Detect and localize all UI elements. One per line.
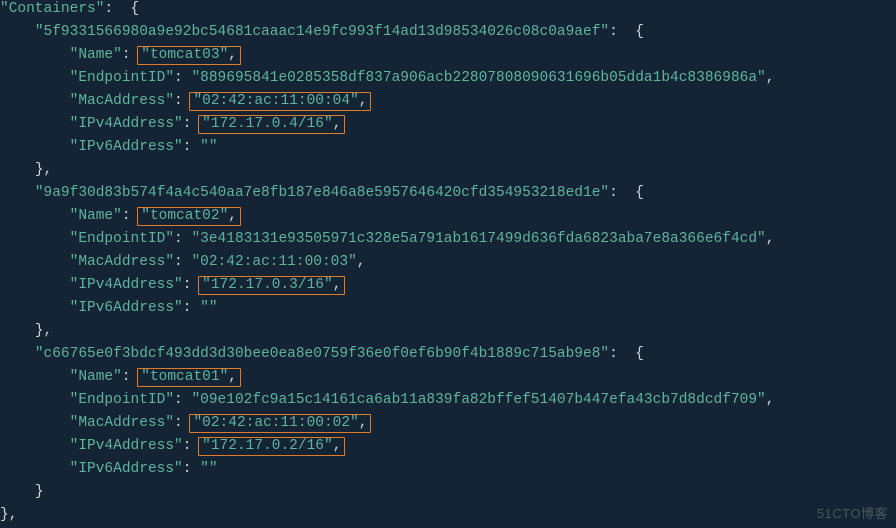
container-id-2: "c66765e0f3bdcf493dd3d30bee0ea8e0759f36e… bbox=[35, 346, 609, 362]
highlight-ipv4-2: "172.17.0.2/16", bbox=[198, 437, 345, 456]
label-mac: "MacAddress" bbox=[70, 93, 174, 109]
label-name: "Name" bbox=[70, 208, 122, 224]
json-code-block: "Containers": { "5f9331566980a9e92bc5468… bbox=[0, 0, 896, 527]
highlight-name-0: "tomcat03", bbox=[137, 46, 241, 65]
highlight-mac-2: "02:42:ac:11:00:02", bbox=[189, 414, 371, 433]
label-name: "Name" bbox=[70, 47, 122, 63]
label-endpoint: "EndpointID" bbox=[70, 70, 174, 86]
label-ipv4: "IPv4Address" bbox=[70, 438, 183, 454]
label-name: "Name" bbox=[70, 369, 122, 385]
label-endpoint: "EndpointID" bbox=[70, 392, 174, 408]
highlight-name-2: "tomcat01", bbox=[137, 368, 241, 387]
highlight-ipv4-1: "172.17.0.3/16", bbox=[198, 276, 345, 295]
key-containers: "Containers" bbox=[0, 1, 104, 17]
highlight-name-1: "tomcat02", bbox=[137, 207, 241, 226]
highlight-ipv4-0: "172.17.0.4/16", bbox=[198, 115, 345, 134]
container-id-1: "9a9f30d83b574f4a4c540aa7e8fb187e846a8e5… bbox=[35, 185, 609, 201]
label-ipv6: "IPv6Address" bbox=[70, 300, 183, 316]
container-id-0: "5f9331566980a9e92bc54681caaac14e9fc993f… bbox=[35, 24, 609, 40]
label-ipv4: "IPv4Address" bbox=[70, 116, 183, 132]
label-endpoint: "EndpointID" bbox=[70, 231, 174, 247]
label-ipv6: "IPv6Address" bbox=[70, 139, 183, 155]
label-mac: "MacAddress" bbox=[70, 415, 174, 431]
label-mac: "MacAddress" bbox=[70, 254, 174, 270]
label-ipv4: "IPv4Address" bbox=[70, 277, 183, 293]
highlight-mac-0: "02:42:ac:11:00:04", bbox=[189, 92, 371, 111]
label-ipv6: "IPv6Address" bbox=[70, 461, 183, 477]
